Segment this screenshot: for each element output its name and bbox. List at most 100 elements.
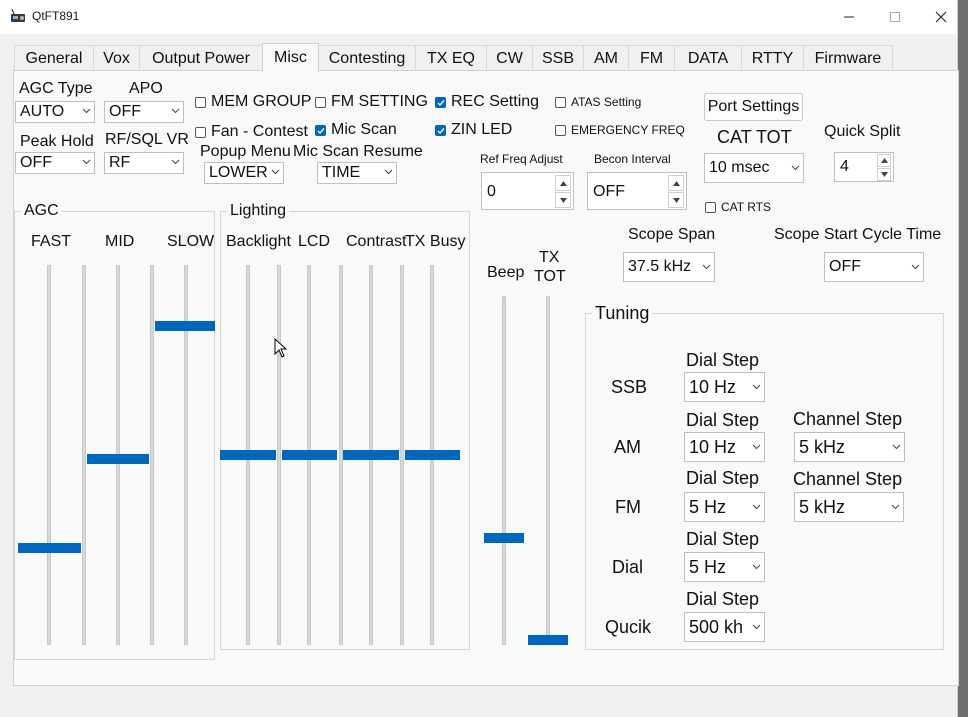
tab-firmware[interactable]: Firmware [803, 45, 893, 71]
ssb-dial-step-select[interactable]: 10 Hz [684, 372, 765, 402]
channel-step-label: Channel Step [793, 469, 903, 489]
tx-tot-slider-track[interactable] [546, 296, 550, 645]
backlight-label: Backlight [226, 233, 291, 250]
tx-busy-label: TX Busy [405, 233, 466, 250]
fm-channel-step-value: 5 kHz [799, 497, 846, 517]
dial-step-label: Dial Step [686, 468, 760, 488]
mic-scan-checkbox[interactable]: Mic Scan [315, 121, 397, 139]
agc-group-title: AGC [21, 202, 62, 220]
apo-select[interactable]: OFF [104, 101, 184, 123]
tx-busy-slider-handle[interactable] [405, 450, 460, 460]
dial-step-label: Dial Step [686, 529, 760, 549]
fm-setting-checkbox[interactable]: FM SETTING [315, 93, 428, 111]
beep-slider-track[interactable] [502, 296, 506, 645]
quick-split-spinbox[interactable]: 4 [834, 152, 894, 182]
chevron-down-icon [911, 262, 920, 270]
checkbox-unchecked-icon [555, 96, 566, 108]
tab-contesting[interactable]: Contesting [318, 45, 416, 71]
backlight-slider-handle[interactable] [220, 450, 276, 460]
dial-dial-step-select[interactable]: 5 Hz [684, 552, 765, 582]
tab-am[interactable]: AM [583, 45, 629, 71]
fan-contest-checkbox[interactable]: Fan - Contest [195, 123, 308, 141]
window-title: QtFT891 [32, 9, 80, 23]
agc-slow-slider-handle[interactable] [155, 320, 215, 331]
tab-vox[interactable]: Vox [93, 45, 140, 71]
agc-fast-label: FAST [31, 233, 72, 250]
cat-tot-select[interactable]: 10 msec [704, 153, 804, 183]
spin-up-icon[interactable] [668, 175, 684, 191]
agc-type-select[interactable]: AUTO [15, 101, 95, 123]
tab-misc[interactable]: Misc [262, 43, 319, 72]
spin-down-icon[interactable] [668, 192, 684, 208]
checkbox-checked-icon [435, 124, 446, 136]
agc-mid-label: MID [105, 233, 135, 250]
checkbox-checked-icon [315, 124, 326, 136]
spin-up-icon[interactable] [555, 175, 571, 191]
rec-setting-checkbox[interactable]: REC Setting [435, 93, 539, 111]
agc-type-label: AGC Type [19, 80, 93, 97]
tab-rtty[interactable]: RTTY [741, 45, 804, 71]
contrast-slider-handle[interactable] [343, 450, 399, 460]
title-bar: QtFT891 [0, 0, 957, 34]
maximize-button[interactable] [872, 0, 918, 34]
becon-interval-label: Becon Interval [594, 152, 671, 166]
mic-scan-resume-value: TIME [322, 164, 361, 181]
tuning-am-label: AM [614, 437, 641, 457]
scope-start-cycle-time-value: OFF [829, 258, 861, 275]
cat-tot-value: 10 msec [709, 159, 770, 176]
agc-fast-slider-handle[interactable] [18, 542, 81, 553]
mic-scan-resume-select[interactable]: TIME [317, 162, 397, 184]
tab-data[interactable]: DATA [674, 45, 742, 71]
peak-hold-label: Peak Hold [20, 133, 94, 150]
tab-ssb[interactable]: SSB [532, 45, 584, 71]
atas-setting-checkbox[interactable]: ATAS Setting [555, 95, 641, 109]
lcd-slider-handle[interactable] [282, 450, 337, 460]
rf-sql-vr-select[interactable]: RF [104, 152, 184, 174]
tab-output-power[interactable]: Output Power [139, 45, 263, 71]
zin-led-checkbox[interactable]: ZIN LED [435, 121, 512, 139]
close-button[interactable] [918, 0, 964, 34]
chevron-down-icon [82, 106, 91, 114]
minimize-button[interactable] [826, 0, 872, 34]
fm-dial-step-select[interactable]: 5 Hz [684, 492, 765, 522]
slider-track [277, 265, 281, 645]
spin-down-icon[interactable] [555, 192, 571, 208]
ref-freq-adjust-spinbox[interactable]: 0 [481, 172, 574, 210]
chevron-down-icon [752, 382, 761, 390]
spin-up-icon[interactable] [877, 154, 891, 167]
mic-scan-label: Mic Scan [331, 121, 397, 138]
popup-menu-select[interactable]: LOWER [204, 162, 284, 184]
checkbox-checked-icon [435, 96, 446, 108]
checkbox-unchecked-icon [315, 96, 326, 108]
emergency-freq-checkbox[interactable]: EMERGENCY FREQ [555, 123, 685, 137]
dial-step-label: Dial Step [686, 410, 760, 430]
peak-hold-select[interactable]: OFF [15, 152, 95, 174]
agc-mid-slider-handle[interactable] [87, 453, 149, 464]
beep-slider-handle[interactable] [484, 533, 524, 544]
fm-dial-step-value: 5 Hz [689, 497, 727, 517]
tab-general[interactable]: General [14, 45, 94, 71]
tx-tot-slider-handle[interactable] [528, 635, 568, 645]
scope-span-select[interactable]: 37.5 kHz [623, 252, 715, 282]
main-window: QtFT891 General Vox Output Power Misc Co… [0, 0, 959, 717]
mem-group-checkbox[interactable]: MEM GROUP [195, 93, 311, 111]
tab-fm[interactable]: FM [628, 45, 675, 71]
slider-track [82, 265, 86, 645]
scope-start-cycle-time-select[interactable]: OFF [824, 252, 924, 282]
am-channel-step-select[interactable]: 5 kHz [794, 432, 905, 462]
tab-tx-eq[interactable]: TX EQ [415, 45, 487, 71]
becon-interval-spinbox[interactable]: OFF [587, 172, 687, 210]
agc-fast-slider-track[interactable] [47, 265, 51, 645]
am-dial-step-select[interactable]: 10 Hz [684, 432, 765, 462]
tab-cw[interactable]: CW [486, 45, 533, 71]
chevron-down-icon [171, 157, 180, 165]
dial-dial-step-value: 5 Hz [689, 557, 727, 577]
cat-rts-checkbox[interactable]: CAT RTS [705, 200, 771, 214]
mem-group-label: MEM GROUP [211, 93, 312, 110]
scope-start-cycle-time-label: Scope Start Cycle Time [774, 226, 942, 243]
port-settings-button[interactable]: Port Settings [704, 93, 803, 121]
qucik-dial-step-select[interactable]: 500 kh [684, 612, 765, 642]
spin-down-icon[interactable] [877, 168, 891, 181]
fm-channel-step-select[interactable]: 5 kHz [794, 492, 904, 522]
tx-tot-label-line2: TOT [534, 268, 566, 285]
